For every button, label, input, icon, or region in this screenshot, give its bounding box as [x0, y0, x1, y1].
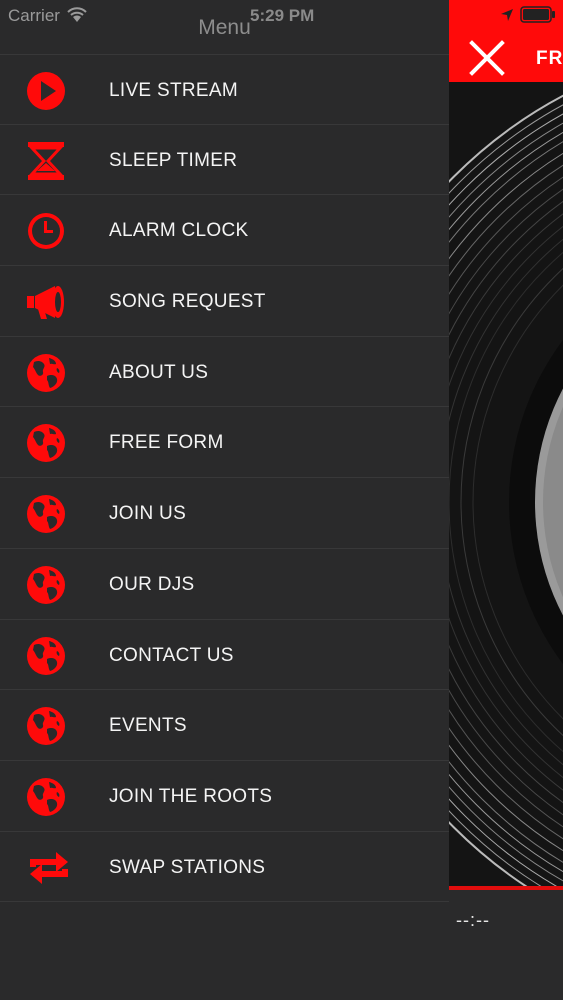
globe-icon — [25, 564, 67, 606]
menu-item-label: SWAP STATIONS — [109, 856, 266, 878]
side-menu-drawer: Menu LIVE STREAM SLEEP TIMER ALARM CLOCK… — [0, 0, 449, 1000]
hourglass-icon — [25, 140, 67, 182]
menu-item-label: ABOUT US — [109, 361, 209, 383]
menu-item-join-us[interactable]: JOIN US — [0, 478, 449, 549]
menu-item-label: LIVE STREAM — [109, 80, 238, 101]
status-time: 5:29 PM — [250, 6, 315, 25]
globe-icon — [25, 493, 67, 535]
menu-list: LIVE STREAM SLEEP TIMER ALARM CLOCK SONG… — [0, 54, 449, 903]
globe-icon — [25, 635, 67, 677]
vinyl-record-image — [449, 82, 563, 886]
clock-icon — [25, 210, 67, 252]
globe-icon — [25, 422, 67, 464]
menu-item-free-form[interactable]: FREE FORM — [0, 407, 449, 479]
menu-item-label: SLEEP TIMER — [109, 149, 238, 171]
close-icon[interactable] — [467, 38, 507, 78]
menu-item-sleep-timer[interactable]: SLEEP TIMER — [0, 125, 449, 196]
location-arrow-icon — [500, 7, 514, 27]
carrier-label: Carrier — [8, 6, 60, 25]
menu-item-swap-stations[interactable]: SWAP STATIONS — [0, 832, 449, 903]
menu-item-events[interactable]: EVENTS — [0, 690, 449, 761]
status-bar: Carrier 5:29 PM — [0, 0, 563, 30]
menu-item-label: OUR DJS — [109, 573, 195, 595]
menu-item-join-the-roots[interactable]: JOIN THE ROOTS — [0, 761, 449, 832]
menu-item-label: FREE FORM — [109, 432, 224, 454]
swap-arrows-icon — [25, 847, 68, 889]
playback-time-area: --:-- — [449, 890, 563, 1000]
menu-item-label: SONG REQUEST — [109, 291, 266, 313]
globe-icon — [25, 352, 67, 394]
menu-item-label: EVENTS — [109, 715, 187, 737]
wifi-icon — [67, 7, 87, 28]
menu-item-song-request[interactable]: SONG REQUEST — [0, 266, 449, 337]
menu-item-label: JOIN US — [109, 503, 187, 525]
menu-item-live-stream[interactable]: LIVE STREAM — [0, 54, 449, 125]
globe-icon — [25, 705, 67, 747]
menu-item-label: JOIN THE ROOTS — [109, 785, 273, 807]
station-title: FR — [536, 48, 563, 69]
menu-item-label: CONTACT US — [109, 644, 234, 666]
battery-icon — [520, 6, 556, 28]
main-screen-peek: FR --:-- — [449, 0, 563, 1000]
play-circle-icon — [25, 70, 67, 112]
megaphone-icon — [25, 281, 67, 323]
menu-item-alarm-clock[interactable]: ALARM CLOCK — [0, 195, 449, 267]
playback-time: --:-- — [456, 910, 490, 930]
globe-icon — [25, 776, 67, 818]
menu-item-about-us[interactable]: ABOUT US — [0, 337, 449, 408]
menu-item-contact-us[interactable]: CONTACT US — [0, 620, 449, 691]
menu-item-label: ALARM CLOCK — [109, 220, 249, 242]
menu-item-our-djs[interactable]: OUR DJS — [0, 549, 449, 620]
